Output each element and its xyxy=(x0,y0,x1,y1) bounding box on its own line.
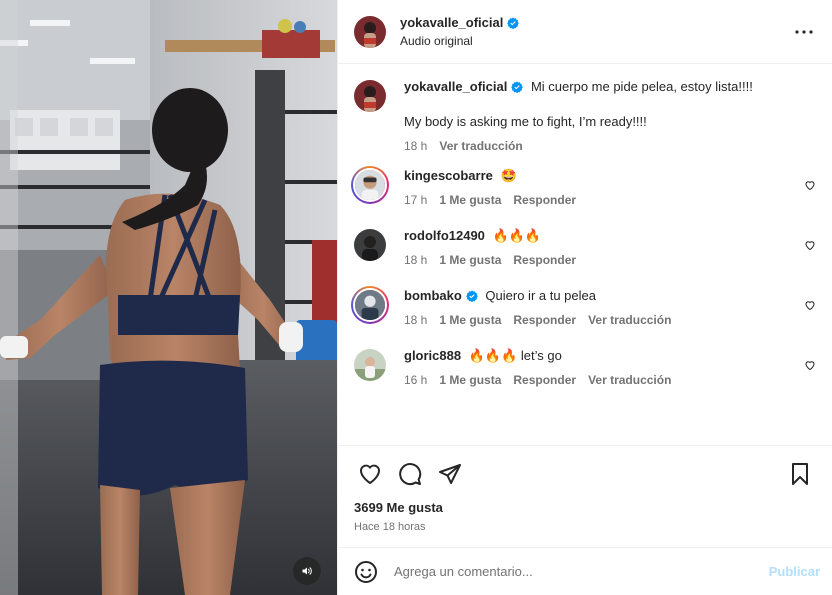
comment-likes[interactable]: 1 Me gusta xyxy=(439,193,501,207)
comment-button[interactable] xyxy=(390,454,430,494)
heart-icon xyxy=(360,464,380,484)
comment-like-heart-icon[interactable] xyxy=(804,299,816,311)
comment-item: kingescobarre 🤩 17 h 1 Me gusta Responde… xyxy=(351,166,816,207)
more-options-button[interactable] xyxy=(792,20,816,44)
comment-username[interactable]: bombako xyxy=(404,287,478,305)
caption-username[interactable]: yokavalle_oficial xyxy=(404,78,524,96)
commenter-avatar[interactable] xyxy=(354,229,386,261)
bookmark-icon xyxy=(792,463,808,485)
comment-username[interactable]: gloric888 xyxy=(404,347,461,365)
author-username-text: yokavalle_oficial xyxy=(400,15,504,30)
likes-count[interactable]: 3699 Me gusta xyxy=(350,494,820,515)
comment-username-text: bombako xyxy=(404,288,462,303)
comment-item: bombako Quiero ir a tu pelea 18 h 1 Me g… xyxy=(351,286,816,327)
author-username[interactable]: yokavalle_oficial xyxy=(400,15,520,30)
comment-text: 🔥🔥🔥 let’s go xyxy=(468,348,562,363)
comment-like-heart-icon[interactable] xyxy=(804,179,816,191)
emoji-icon xyxy=(355,560,377,583)
mute-toggle-button[interactable] xyxy=(293,557,321,585)
comment-likes[interactable]: 1 Me gusta xyxy=(439,373,501,387)
caption-translate-link[interactable]: Ver traducción xyxy=(439,139,522,153)
comment-translate-link[interactable]: Ver traducción xyxy=(588,313,671,327)
caption-author-avatar[interactable] xyxy=(354,80,386,112)
video-frame xyxy=(0,0,337,595)
post-time: Hace 18 horas xyxy=(354,521,426,533)
comment-item: gloric888 🔥🔥🔥 let’s go 16 h 1 Me gusta R… xyxy=(354,347,816,387)
comment-input[interactable] xyxy=(394,564,769,579)
comment-like-heart-icon[interactable] xyxy=(804,359,816,371)
post-video[interactable] xyxy=(0,0,337,595)
volume-icon xyxy=(302,567,312,575)
post-details-panel: yokavalle_oficial Audio original yokaval… xyxy=(337,0,832,595)
comment-age: 16 h xyxy=(404,373,428,387)
commenter-avatar[interactable] xyxy=(351,286,389,324)
commenter-avatar[interactable] xyxy=(354,349,386,381)
like-button[interactable] xyxy=(350,454,390,494)
share-button[interactable] xyxy=(430,454,470,494)
comment-age: 18 h xyxy=(404,253,428,267)
audio-link[interactable]: Audio original xyxy=(400,34,792,48)
comment-composer: Publicar xyxy=(338,547,832,595)
comment-like-heart-icon[interactable] xyxy=(804,239,816,251)
post-header: yokavalle_oficial Audio original xyxy=(338,0,832,64)
comment-icon xyxy=(399,463,422,486)
share-icon xyxy=(439,464,461,484)
comment-username[interactable]: kingescobarre xyxy=(404,167,493,185)
caption-text-english: My body is asking me to fight, I’m ready… xyxy=(404,114,647,129)
commenter-avatar[interactable] xyxy=(351,166,389,204)
save-button[interactable] xyxy=(780,454,820,494)
reply-button[interactable]: Responder xyxy=(513,253,576,267)
post-actions: 3699 Me gusta Hace 18 horas xyxy=(338,445,832,533)
comments-list[interactable]: yokavalle_oficial Mi cuerpo me pide pele… xyxy=(338,64,832,445)
comment-username[interactable]: rodolfo12490 xyxy=(404,227,485,245)
caption-username-text: yokavalle_oficial xyxy=(404,79,508,94)
caption-age: 18 h xyxy=(404,139,428,153)
verified-badge-icon xyxy=(507,17,520,29)
reply-button[interactable]: Responder xyxy=(513,373,576,387)
comment-likes[interactable]: 1 Me gusta xyxy=(439,313,501,327)
comment-translate-link[interactable]: Ver traducción xyxy=(588,373,671,387)
comment-item: rodolfo12490 🔥🔥🔥 18 h 1 Me gusta Respond… xyxy=(354,227,816,267)
comment-text: Quiero ir a tu pelea xyxy=(485,288,596,303)
comment-likes[interactable]: 1 Me gusta xyxy=(439,253,501,267)
caption: yokavalle_oficial Mi cuerpo me pide pele… xyxy=(354,78,816,153)
publish-button[interactable]: Publicar xyxy=(769,564,820,579)
author-avatar[interactable] xyxy=(354,15,386,48)
comment-age: 17 h xyxy=(404,193,428,207)
caption-text: Mi cuerpo me pide pelea, estoy lista!!!! xyxy=(530,79,753,94)
reply-button[interactable]: Responder xyxy=(513,313,576,327)
emoji-button[interactable] xyxy=(354,560,378,584)
reply-button[interactable]: Responder xyxy=(513,193,576,207)
comment-age: 18 h xyxy=(404,313,428,327)
more-icon xyxy=(795,29,813,34)
verified-badge-icon xyxy=(465,290,478,302)
comment-text: 🔥🔥🔥 xyxy=(492,228,542,243)
comment-text: 🤩 xyxy=(500,168,517,183)
verified-badge-icon xyxy=(511,81,524,93)
post-modal: yokavalle_oficial Audio original yokaval… xyxy=(0,0,832,595)
